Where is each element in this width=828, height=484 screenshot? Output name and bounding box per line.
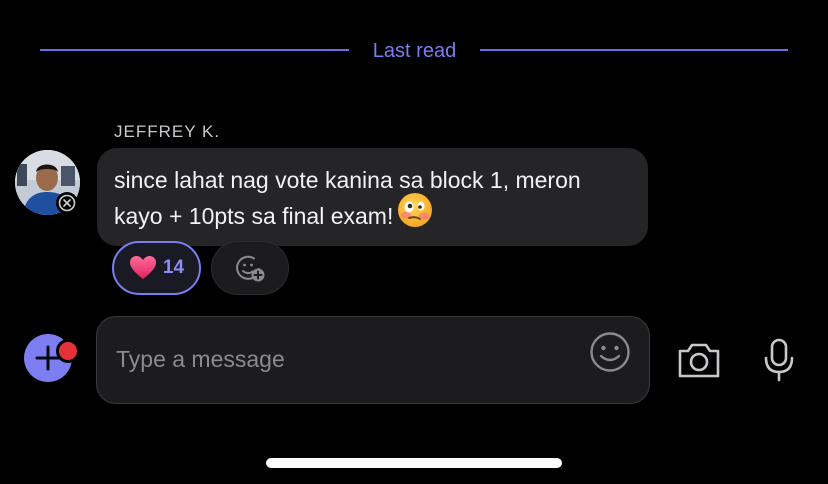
add-reaction-button[interactable]: [211, 241, 289, 295]
reaction-count: 14: [162, 257, 185, 278]
smiley-icon: [590, 332, 630, 372]
heart-reaction[interactable]: 14: [112, 241, 201, 295]
sender-name: JEFFREY K.: [114, 122, 221, 141]
home-indicator[interactable]: [266, 458, 562, 468]
add-reaction-icon: [236, 255, 265, 282]
woozy-face-emoji-icon: [397, 192, 433, 238]
last-read-divider-left: [40, 49, 349, 51]
notification-dot: [56, 339, 80, 363]
message-bubble[interactable]: since lahat nag vote kanina sa block 1, …: [97, 148, 648, 246]
camera-button[interactable]: [676, 340, 722, 380]
microphone-icon: [764, 338, 794, 382]
microphone-button[interactable]: [763, 338, 795, 382]
message-composer: [96, 316, 650, 404]
message-text: since lahat nag vote kanina sa block 1, …: [114, 167, 581, 230]
message-text-line: since lahat nag vote kanina sa block 1, …: [114, 163, 631, 238]
close-circle-icon: [58, 194, 76, 212]
emoji-button[interactable]: [588, 330, 632, 374]
status-badge: [56, 192, 78, 214]
camera-icon: [678, 343, 720, 378]
last-read-divider-right: [480, 49, 788, 51]
heart-icon: [129, 256, 156, 279]
message-input[interactable]: [116, 339, 556, 379]
last-read-label: Last read: [372, 40, 457, 62]
chat-screen: Last read JEFFREY K. since lahat nag vot…: [0, 0, 828, 484]
